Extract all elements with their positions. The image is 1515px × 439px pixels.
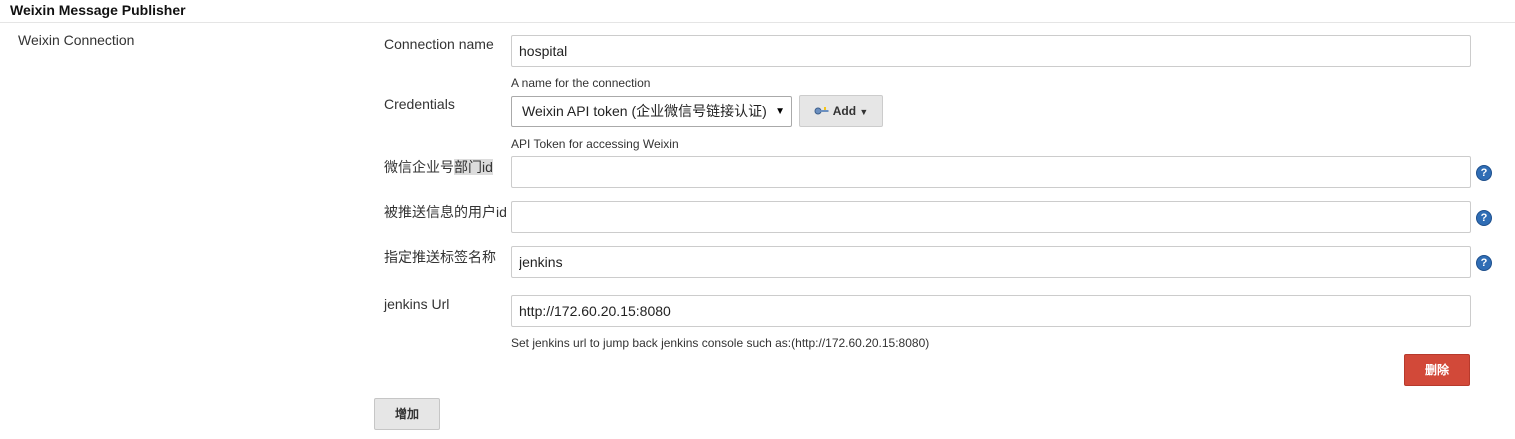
add-caret-icon: ▼ <box>859 107 869 117</box>
dept-id-label-highlight: 部门id <box>454 159 493 175</box>
jenkins-url-input[interactable] <box>511 295 1471 327</box>
credentials-label: Credentials <box>384 96 455 112</box>
add-connection-button[interactable]: 增加 <box>374 398 440 430</box>
user-id-input[interactable] <box>511 201 1471 233</box>
dept-id-label: 微信企业号部门id <box>384 157 493 177</box>
add-credentials-button[interactable]: Add ▼ <box>799 95 883 127</box>
delete-button[interactable]: 删除 <box>1404 354 1470 386</box>
connection-label: Weixin Connection <box>18 32 135 48</box>
key-icon <box>814 97 830 127</box>
credentials-selected-value: Weixin API token (企业微信号链接认证) <box>522 103 767 119</box>
dept-id-input[interactable] <box>511 156 1471 188</box>
credentials-select[interactable]: Weixin API token (企业微信号链接认证) ▼ <box>511 96 792 127</box>
tag-name-help-icon[interactable]: ? <box>1476 255 1492 271</box>
jenkins-url-label: jenkins Url <box>384 296 450 312</box>
jenkins-url-hint: Set jenkins url to jump back jenkins con… <box>511 336 930 350</box>
connection-name-hint: A name for the connection <box>511 76 651 90</box>
user-id-help-icon[interactable]: ? <box>1476 210 1492 226</box>
dept-id-label-text: 微信企业号 <box>384 159 454 175</box>
credentials-hint: API Token for accessing Weixin <box>511 137 679 151</box>
dropdown-caret-icon: ▼ <box>775 106 785 117</box>
connection-name-label: Connection name <box>384 36 494 52</box>
tag-name-input[interactable] <box>511 246 1471 278</box>
user-id-label: 被推送信息的用户id <box>384 204 507 220</box>
tag-name-label: 指定推送标签名称 <box>384 249 496 265</box>
dept-id-help-icon[interactable]: ? <box>1476 165 1492 181</box>
connection-name-input[interactable] <box>511 35 1471 67</box>
section-divider <box>0 22 1515 23</box>
add-label: Add <box>832 104 857 118</box>
section-title: Weixin Message Publisher <box>10 2 186 18</box>
